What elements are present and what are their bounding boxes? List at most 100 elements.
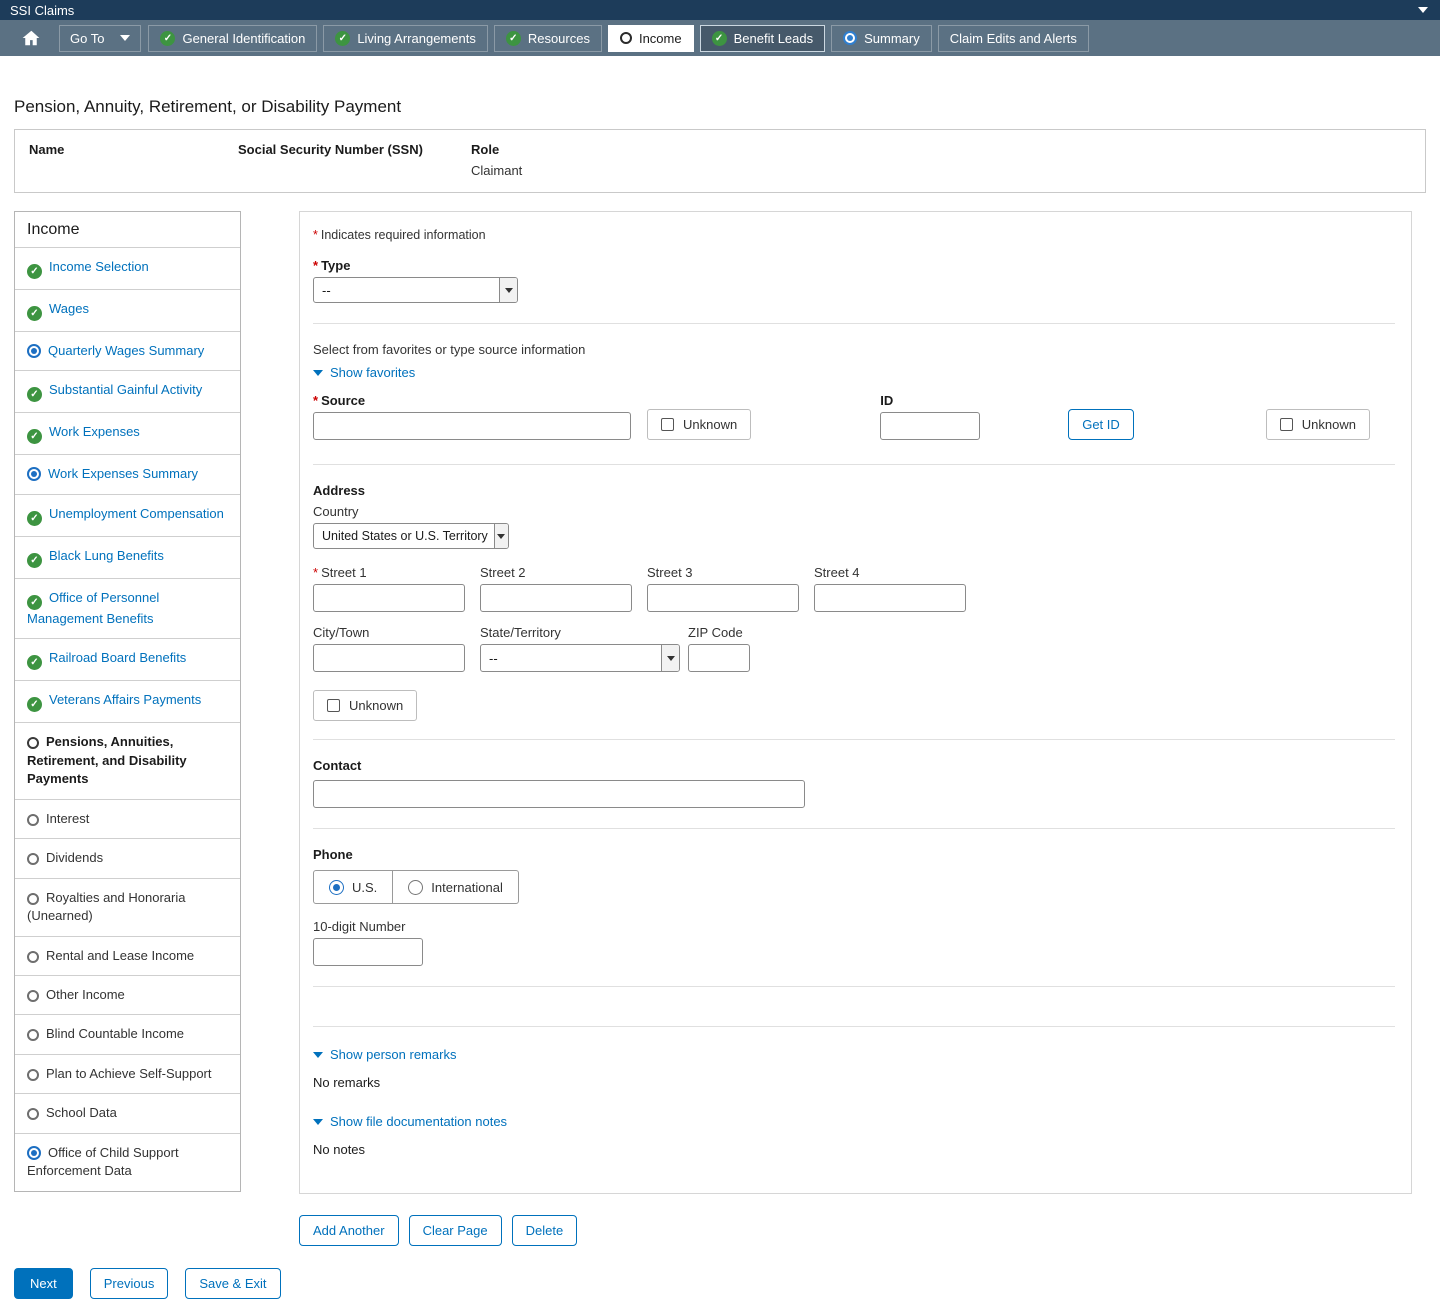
nav-tab-summary[interactable]: Summary bbox=[831, 25, 932, 52]
street4-label: Street 4 bbox=[814, 565, 966, 580]
next-button[interactable]: Next bbox=[14, 1268, 73, 1299]
sidebar-item-work-expenses[interactable]: Work Expenses bbox=[15, 412, 240, 454]
city-input[interactable] bbox=[313, 644, 465, 672]
sidebar-title: Income bbox=[15, 212, 240, 247]
tab-label: Income bbox=[639, 31, 682, 46]
sidebar-item-pensions-annuities-retirement-and-disability-payments[interactable]: Pensions, Annuities, Retirement, and Dis… bbox=[15, 722, 240, 798]
check-circle-icon bbox=[27, 429, 42, 444]
sidebar-item-substantial-gainful-activity[interactable]: Substantial Gainful Activity bbox=[15, 370, 240, 412]
show-favorites-link[interactable]: Show favorites bbox=[313, 365, 415, 380]
phone-international-radio[interactable]: International bbox=[392, 871, 518, 903]
sidebar-item-interest[interactable]: Interest bbox=[15, 799, 240, 838]
source-unknown-checkbox[interactable]: Unknown bbox=[647, 409, 751, 440]
sidebar-item-label: Work Expenses Summary bbox=[48, 466, 198, 481]
tab-label: General Identification bbox=[182, 31, 305, 46]
nav-tab-claim-edits-and-alerts[interactable]: Claim Edits and Alerts bbox=[938, 25, 1089, 52]
zip-input[interactable] bbox=[688, 644, 750, 672]
type-select[interactable]: -- bbox=[313, 277, 518, 303]
sidebar-item-wages[interactable]: Wages bbox=[15, 289, 240, 331]
street3-input[interactable] bbox=[647, 584, 799, 612]
home-icon bbox=[22, 30, 40, 46]
nav-tab-income[interactable]: Income bbox=[608, 25, 694, 52]
circle-icon bbox=[27, 951, 39, 963]
sidebar-item-railroad-board-benefits[interactable]: Railroad Board Benefits bbox=[15, 638, 240, 680]
sidebar-item-plan-to-achieve-self-support[interactable]: Plan to Achieve Self-Support bbox=[15, 1054, 240, 1093]
contact-input[interactable] bbox=[313, 780, 805, 808]
sidebar-item-label: Rental and Lease Income bbox=[46, 948, 194, 963]
state-select[interactable]: -- bbox=[480, 644, 680, 672]
address-unknown-checkbox[interactable]: Unknown bbox=[313, 690, 417, 721]
country-select[interactable]: United States or U.S. Territory bbox=[313, 523, 509, 549]
save-exit-button[interactable]: Save & Exit bbox=[185, 1268, 280, 1299]
sidebar-item-school-data[interactable]: School Data bbox=[15, 1093, 240, 1132]
nav-tab-living-arrangements[interactable]: Living Arrangements bbox=[323, 25, 488, 52]
sidebar-item-other-income[interactable]: Other Income bbox=[15, 975, 240, 1014]
sidebar-item-quarterly-wages-summary[interactable]: Quarterly Wages Summary bbox=[15, 331, 240, 370]
tab-label: Benefit Leads bbox=[734, 31, 814, 46]
home-button[interactable] bbox=[10, 25, 52, 52]
sidebar-item-income-selection[interactable]: Income Selection bbox=[15, 247, 240, 289]
in-progress-icon bbox=[27, 1146, 41, 1160]
sidebar-item-blind-countable-income[interactable]: Blind Countable Income bbox=[15, 1014, 240, 1053]
id-unknown-checkbox[interactable]: Unknown bbox=[1266, 409, 1370, 440]
circle-icon bbox=[27, 1029, 39, 1041]
contact-label: Contact bbox=[313, 758, 1395, 773]
delete-button[interactable]: Delete bbox=[512, 1215, 578, 1246]
check-circle-icon bbox=[335, 31, 350, 46]
street4-input[interactable] bbox=[814, 584, 966, 612]
sidebar-item-black-lung-benefits[interactable]: Black Lung Benefits bbox=[15, 536, 240, 578]
checkbox-icon[interactable] bbox=[1280, 418, 1293, 431]
id-input[interactable] bbox=[880, 412, 980, 440]
get-id-button[interactable]: Get ID bbox=[1068, 409, 1134, 440]
sidebar-item-work-expenses-summary[interactable]: Work Expenses Summary bbox=[15, 454, 240, 493]
radio-icon[interactable] bbox=[408, 880, 423, 895]
checkbox-icon[interactable] bbox=[661, 418, 674, 431]
sidebar-item-rental-and-lease-income[interactable]: Rental and Lease Income bbox=[15, 936, 240, 975]
sidebar-item-dividends[interactable]: Dividends bbox=[15, 838, 240, 877]
role-value: Claimant bbox=[471, 163, 1411, 178]
check-circle-icon bbox=[27, 387, 42, 402]
nav-tab-general-identification[interactable]: General Identification bbox=[148, 25, 317, 52]
select-caret-icon bbox=[661, 645, 679, 671]
nav-tab-resources[interactable]: Resources bbox=[494, 25, 602, 52]
goto-button[interactable]: Go To bbox=[59, 25, 141, 52]
tab-label: Resources bbox=[528, 31, 590, 46]
sidebar-item-label: Office of Child Support Enforcement Data bbox=[27, 1145, 179, 1178]
page-title: Pension, Annuity, Retirement, or Disabil… bbox=[14, 97, 1426, 117]
in-progress-icon bbox=[843, 31, 857, 45]
sidebar-item-office-of-child-support-enforcement-data[interactable]: Office of Child Support Enforcement Data bbox=[15, 1133, 240, 1191]
radio-selected-icon[interactable] bbox=[329, 880, 344, 895]
nav-tab-benefit-leads[interactable]: Benefit Leads bbox=[700, 25, 826, 52]
tab-label: Summary bbox=[864, 31, 920, 46]
city-label: City/Town bbox=[313, 625, 465, 640]
sidebar-item-label: Interest bbox=[46, 811, 89, 826]
checkbox-icon[interactable] bbox=[327, 699, 340, 712]
show-file-notes-link[interactable]: Show file documentation notes bbox=[313, 1114, 507, 1129]
phone-number-input[interactable] bbox=[313, 938, 423, 966]
check-circle-icon bbox=[27, 511, 42, 526]
check-circle-icon bbox=[27, 264, 42, 279]
show-person-remarks-link[interactable]: Show person remarks bbox=[313, 1047, 456, 1062]
chevron-down-icon bbox=[120, 35, 130, 41]
country-label: Country bbox=[313, 504, 1395, 519]
street1-input[interactable] bbox=[313, 584, 465, 612]
add-another-button[interactable]: Add Another bbox=[299, 1215, 399, 1246]
tab-label: Claim Edits and Alerts bbox=[950, 31, 1077, 46]
sidebar-item-label: Substantial Gainful Activity bbox=[49, 382, 202, 397]
sidebar-item-veterans-affairs-payments[interactable]: Veterans Affairs Payments bbox=[15, 680, 240, 722]
phone-us-radio[interactable]: U.S. bbox=[314, 871, 392, 903]
menu-caret-icon[interactable] bbox=[1418, 7, 1428, 13]
check-circle-icon bbox=[27, 595, 42, 610]
sidebar-item-label: School Data bbox=[46, 1105, 117, 1120]
sidebar-item-office-of-personnel-management-benefits[interactable]: Office of Personnel Management Benefits bbox=[15, 578, 240, 638]
circle-icon bbox=[27, 814, 39, 826]
street2-input[interactable] bbox=[480, 584, 632, 612]
previous-button[interactable]: Previous bbox=[90, 1268, 169, 1299]
circle-icon bbox=[27, 893, 39, 905]
chevron-down-icon bbox=[313, 370, 323, 376]
sidebar-item-label: Veterans Affairs Payments bbox=[49, 692, 201, 707]
source-input[interactable] bbox=[313, 412, 631, 440]
sidebar-item-unemployment-compensation[interactable]: Unemployment Compensation bbox=[15, 494, 240, 536]
clear-page-button[interactable]: Clear Page bbox=[409, 1215, 502, 1246]
sidebar-item-royalties-and-honoraria-unearned[interactable]: Royalties and Honoraria (Unearned) bbox=[15, 878, 240, 936]
